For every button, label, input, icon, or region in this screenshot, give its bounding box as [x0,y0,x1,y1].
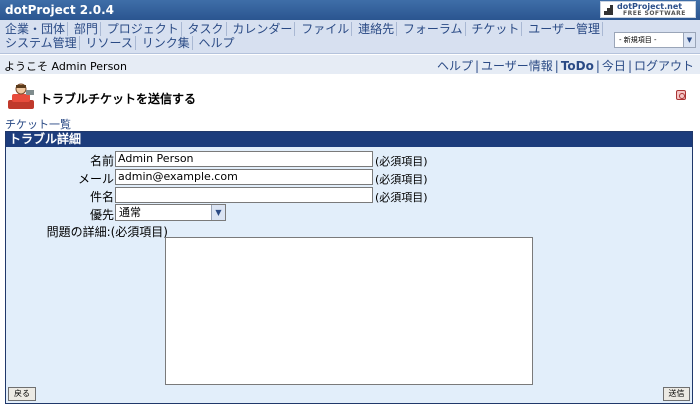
help-icon[interactable] [676,90,686,100]
link-todo[interactable]: ToDo [561,59,594,73]
main-menu: 企業・団体 部門 プロジェクト タスク カレンダー ファイル 連絡先 フォーラム… [0,20,700,54]
dotproject-logo[interactable]: dotProject.net FREE SOFTWARE [600,1,696,18]
back-button[interactable]: 戻る [8,387,36,401]
logo-bars-icon [604,5,614,15]
divider: | [627,59,632,73]
menu-item-files[interactable]: ファイル [299,22,353,36]
ticket-list-link[interactable]: チケット一覧 [5,116,71,132]
menu-item-help[interactable]: ヘルプ [197,36,237,50]
menu-item-departments[interactable]: 部門 [71,22,101,36]
menu-item-system-admin[interactable]: システム管理 [3,36,80,50]
new-item-select[interactable]: - 新規項目 - ▼ [614,32,696,48]
details-label: 問題の詳細:(必須項目) [46,225,168,239]
details-textarea[interactable] [165,237,533,385]
name-required: (必須項目) [375,155,428,168]
subject-required: (必須項目) [375,191,428,204]
subject-label: 件名: [89,190,118,204]
divider: | [474,59,480,73]
helpdesk-icon [8,83,34,109]
divider: | [595,59,600,73]
link-user-info[interactable]: ユーザー情報 [481,59,553,73]
email-label: メール: [77,172,118,186]
priority-label: 優先: [89,208,118,222]
menu-item-companies[interactable]: 企業・団体 [3,22,69,36]
submit-button[interactable]: 送信 [663,387,690,401]
menu-item-user-admin[interactable]: ユーザー管理 [526,22,603,36]
welcome-text: ようこそ Admin Person [4,60,128,73]
page-header: トラブルチケットを送信する [0,80,700,112]
new-item-select-value: - 新規項目 - [619,36,657,44]
menu-item-projects[interactable]: プロジェクト [104,22,182,36]
menu-item-contacts[interactable]: 連絡先 [356,22,398,36]
menu-item-links[interactable]: リンク集 [139,36,193,50]
user-bar: ようこそ Admin Person ヘルプ | ユーザー情報 | ToDo | 今日 | ログア… [0,55,700,74]
subject-field[interactable] [115,187,373,203]
logo-sub: FREE SOFTWARE [623,10,686,17]
priority-value: 通常 [119,206,141,219]
trouble-details-panel: トラブル詳細 名前: Admin Person (必須項目) メール: admi… [5,131,693,404]
menu-items: 企業・団体 部門 プロジェクト タスク カレンダー ファイル 連絡先 フォーラム… [3,22,611,50]
menu-item-resources[interactable]: リソース [83,36,136,50]
link-help[interactable]: ヘルプ [437,59,473,73]
divider: | [554,59,559,73]
chevron-down-icon: ▼ [683,33,695,47]
link-logout[interactable]: ログアウト [634,59,694,73]
name-label: 名前: [89,154,118,168]
menu-item-tasks[interactable]: タスク [185,22,227,36]
priority-select[interactable]: 通常 ▼ [115,204,226,221]
menu-item-forums[interactable]: フォーラム [400,22,466,36]
page-title: トラブルチケットを送信する [40,92,197,106]
user-links: ヘルプ | ユーザー情報 | ToDo | 今日 | ログアウト [437,57,694,74]
name-field[interactable]: Admin Person [115,151,373,167]
email-field[interactable]: admin@example.com [115,169,373,185]
email-required: (必須項目) [375,173,428,186]
menu-item-tickets[interactable]: チケット [469,22,523,36]
menu-item-calendar[interactable]: カレンダー [230,22,296,36]
title-bar: dotProject 2.0.4 dotProject.net FREE SOF… [0,0,700,20]
app-title: dotProject 2.0.4 [5,3,114,17]
panel-header: トラブル詳細 [6,132,692,147]
link-today[interactable]: 今日 [602,59,626,73]
chevron-down-icon: ▼ [211,205,225,220]
